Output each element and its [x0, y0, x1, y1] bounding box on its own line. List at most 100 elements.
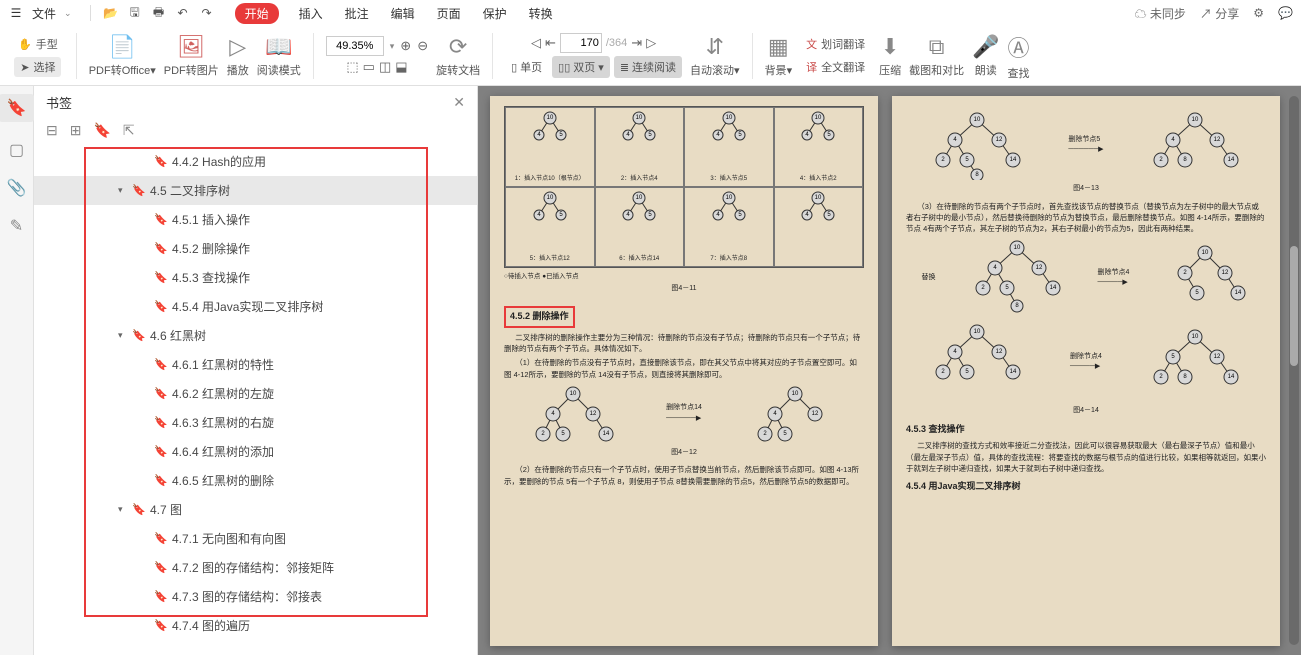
paragraph: 二叉排序树的删除操作主要分为三种情况：待删除的节点没有子节点；待删除的节点只有一…: [504, 332, 864, 355]
chat-icon[interactable]: 💬: [1278, 6, 1293, 20]
undo-icon[interactable]: ↶: [173, 6, 193, 20]
bookmark-item[interactable]: 🔖4.6.2 红黑树的左旋: [34, 379, 477, 408]
expand-all-icon[interactable]: ⊟: [46, 122, 58, 139]
svg-text:10: 10: [973, 117, 980, 123]
bookmark-item[interactable]: 🔖4.7.3 图的存储结构：邻接表: [34, 582, 477, 611]
svg-text:14: 14: [1235, 290, 1242, 296]
tab-protect[interactable]: 保护: [481, 3, 509, 24]
microphone-icon: 🎤: [972, 34, 999, 60]
bookmark-item[interactable]: 🔖4.6.4 红黑树的添加: [34, 437, 477, 466]
bookmark-tab-icon[interactable]: 🔖: [0, 94, 34, 122]
background[interactable]: ▦ 背景▾: [761, 34, 797, 78]
zoom-input[interactable]: [326, 36, 384, 56]
twisty-icon[interactable]: ▾: [118, 330, 132, 341]
next-page-icon[interactable]: ▷: [646, 35, 656, 51]
bookmark-item[interactable]: 🔖4.5.2 删除操作: [34, 234, 477, 263]
zoom-in-icon[interactable]: ⊕: [400, 38, 411, 54]
bookmark-item[interactable]: 🔖4.5.1 插入操作: [34, 205, 477, 234]
fit-width-icon[interactable]: ⬚: [346, 59, 358, 75]
scrollbar[interactable]: [1289, 96, 1299, 645]
hamburger-icon[interactable]: ☰: [8, 6, 24, 20]
fit-page-icon[interactable]: ▭: [363, 59, 375, 75]
pdf-to-office[interactable]: 📄 PDF转Office▾: [85, 34, 160, 78]
svg-text:14: 14: [1010, 369, 1017, 375]
bookmark-item[interactable]: ▾🔖4.7 图: [34, 495, 477, 524]
tab-annotate[interactable]: 批注: [343, 3, 371, 24]
screenshot-compare[interactable]: ⧉ 截图和对比: [905, 34, 968, 78]
compress[interactable]: ⬇ 压缩: [875, 34, 905, 78]
close-icon[interactable]: ✕: [453, 94, 465, 111]
first-page-icon[interactable]: ⇤: [545, 35, 556, 51]
chevron-down-icon[interactable]: ▾: [390, 41, 395, 52]
play-button[interactable]: ▷ 播放: [223, 34, 253, 78]
svg-text:12: 12: [1035, 265, 1042, 271]
bookmark-item[interactable]: ▾🔖4.5 二叉排序树: [34, 176, 477, 205]
bookmark-label: 4.5.2 删除操作: [172, 240, 250, 257]
rotate-doc[interactable]: ⟳ 旋转文档: [432, 34, 484, 78]
chevron-down-icon[interactable]: ⌄: [64, 8, 72, 19]
add-bookmark-icon[interactable]: 🔖: [93, 122, 110, 139]
redo-icon[interactable]: ↷: [197, 6, 217, 20]
select-tool[interactable]: ➤选择: [14, 57, 61, 77]
full-translate[interactable]: 译全文翻译: [800, 57, 871, 77]
tab-edit[interactable]: 编辑: [389, 3, 417, 24]
settings-icon[interactable]: ⚙: [1253, 6, 1264, 20]
bookmark-item[interactable]: 🔖4.5.4 用Java实现二叉排序树: [34, 292, 477, 321]
bookmark-item[interactable]: 🔖4.7.2 图的存储结构：邻接矩阵: [34, 553, 477, 582]
last-page-icon[interactable]: ⇥: [631, 35, 642, 51]
sync-status[interactable]: ☁ 未同步: [1135, 5, 1186, 22]
read-aloud[interactable]: 🎤 朗读: [968, 34, 1003, 78]
bookmark-item[interactable]: 🔖4.4.2 Hash的应用: [34, 147, 477, 176]
twisty-icon[interactable]: ▾: [118, 185, 132, 196]
document-area[interactable]: 10451：插入节点10（根节点）10452：插入节点410453：插入节点51…: [478, 86, 1301, 655]
single-page-view[interactable]: ▯单页: [505, 56, 548, 78]
hand-tool[interactable]: ✋手型: [12, 34, 64, 54]
bookmark-go-icon[interactable]: ⇱: [123, 122, 135, 139]
bookmark-icon: 🔖: [132, 329, 146, 342]
tab-convert[interactable]: 转换: [527, 3, 555, 24]
svg-text:12: 12: [1214, 137, 1221, 143]
attachment-tab-icon[interactable]: 📎: [7, 178, 27, 198]
find[interactable]: Ⓐ 查找: [1004, 31, 1034, 81]
double-page-view[interactable]: ▯▯双页▾: [552, 56, 610, 78]
bookmark-item[interactable]: 🔖4.7.1 无向图和有向图: [34, 524, 477, 553]
share-button[interactable]: ↗ 分享: [1200, 5, 1239, 22]
tab-insert[interactable]: 插入: [297, 3, 325, 24]
auto-scroll-icon: ⇵: [706, 34, 724, 60]
collapse-all-icon[interactable]: ⊞: [70, 122, 82, 139]
actual-size-icon[interactable]: ◫: [379, 59, 391, 75]
fit-height-icon[interactable]: ⬓: [395, 59, 407, 75]
translate-icon: 文: [806, 36, 817, 52]
word-translate[interactable]: 文划词翻译: [800, 34, 871, 54]
figure-caption: 图4－13: [906, 184, 1266, 195]
open-icon[interactable]: 📂: [101, 6, 121, 20]
signature-tab-icon[interactable]: ✎: [10, 216, 23, 236]
file-menu[interactable]: 文件: [32, 5, 56, 22]
bookmark-item[interactable]: 🔖4.5.3 查找操作: [34, 263, 477, 292]
bookmark-item[interactable]: 🔖4.6.3 红黑树的右旋: [34, 408, 477, 437]
svg-text:12: 12: [995, 137, 1002, 143]
twisty-icon[interactable]: ▾: [118, 504, 132, 515]
svg-text:12: 12: [590, 411, 597, 417]
read-mode[interactable]: 📖 阅读模式: [253, 34, 305, 78]
print-icon[interactable]: 🖶: [149, 3, 169, 24]
zoom-out-icon[interactable]: ⊖: [417, 38, 428, 54]
page-right: 1041225148 删除节点5──────▶ 104122814 图4－13 …: [892, 96, 1280, 646]
thumbnail-tab-icon[interactable]: ▢: [9, 140, 24, 160]
bookmark-item[interactable]: 🔖4.7.4 图的遍历: [34, 611, 477, 640]
prev-page-icon[interactable]: ◁: [531, 35, 541, 51]
page-input[interactable]: [560, 33, 602, 53]
scroll-thumb[interactable]: [1290, 246, 1298, 366]
pdf-to-image[interactable]: 🖼 PDF转图片: [160, 34, 223, 78]
tab-page[interactable]: 页面: [435, 3, 463, 24]
bookmark-item[interactable]: 🔖4.6.5 红黑树的删除: [34, 466, 477, 495]
bookmark-icon: 🔖: [154, 271, 168, 284]
bookmark-item[interactable]: ▾🔖4.6 红黑树: [34, 321, 477, 350]
arrow-label: 删除节点5──────▶: [1068, 135, 1103, 156]
play-icon: ▷: [229, 34, 246, 60]
continuous-view[interactable]: ≣连续阅读: [614, 56, 682, 78]
save-icon[interactable]: 🖫: [125, 3, 145, 24]
auto-scroll[interactable]: ⇵ 自动滚动▾: [686, 34, 744, 78]
tab-start[interactable]: 开始: [235, 3, 279, 24]
bookmark-item[interactable]: 🔖4.6.1 红黑树的特性: [34, 350, 477, 379]
